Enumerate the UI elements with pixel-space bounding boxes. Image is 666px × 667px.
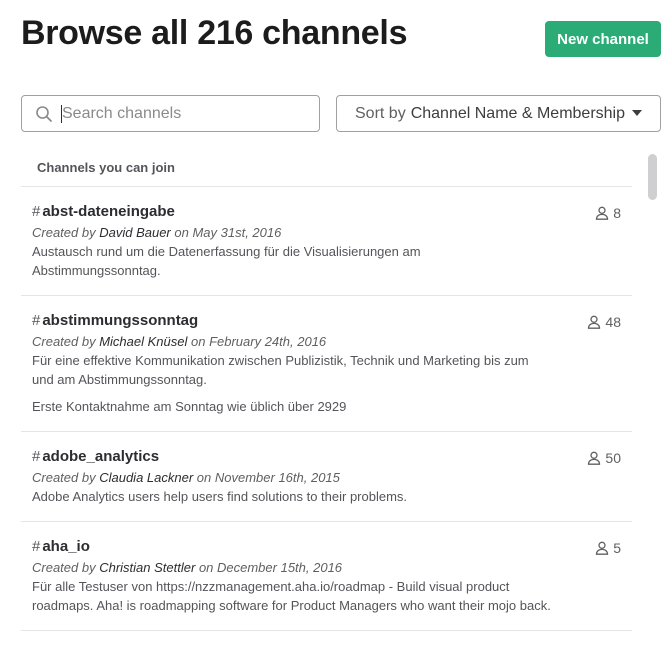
created-prefix: Created by <box>32 225 96 240</box>
created-date: on May 31st, 2016 <box>174 225 282 240</box>
channel-name-text: aha_io <box>42 538 90 555</box>
channel-description: Für eine effektive Kommunikation zwische… <box>32 353 529 387</box>
created-prefix: Created by <box>32 560 96 575</box>
chevron-down-icon <box>632 110 642 116</box>
hash-symbol: # <box>32 312 41 329</box>
created-date: on December 15th, 2016 <box>198 560 343 575</box>
member-count-value: 5 <box>613 540 621 556</box>
channel-author[interactable]: Christian Stettler <box>99 560 195 575</box>
member-count: 50 <box>587 450 621 466</box>
channel-name[interactable]: # abst-dateneingabe <box>32 203 552 221</box>
sort-value: Channel Name & Membership <box>410 104 626 122</box>
section-header: Channels you can join <box>21 150 632 187</box>
channel-row[interactable]: # abstimmungssonntag Created by Michael K… <box>21 296 632 432</box>
page-title: Browse all 216 channels <box>21 14 408 52</box>
created-prefix: Created by <box>32 470 96 485</box>
new-channel-button[interactable]: New channel <box>545 21 661 57</box>
channel-row[interactable]: # aha_io Created by Christian Stettler on… <box>21 522 632 631</box>
channel-name-text: abstimmungssonntag <box>42 312 199 329</box>
person-icon <box>595 206 609 220</box>
channel-name[interactable]: # aha_io <box>32 538 552 556</box>
channel-name[interactable]: # adobe_analytics <box>32 448 552 466</box>
hash-symbol: # <box>32 203 41 220</box>
scrollbar-thumb[interactable] <box>648 154 657 200</box>
channel-name[interactable]: # abstimmungssonntag <box>32 312 552 330</box>
channel-list[interactable]: Channels you can join # abst-dateneingabe… <box>21 150 632 667</box>
person-icon <box>587 451 601 465</box>
person-icon <box>587 315 601 329</box>
member-count: 8 <box>595 205 621 221</box>
channel-description: Für alle Testuser von https://nzzmanagem… <box>32 579 551 613</box>
hash-symbol: # <box>32 538 41 555</box>
hash-symbol: # <box>32 448 41 465</box>
search-input[interactable] <box>62 104 302 123</box>
channel-row[interactable]: # abst-dateneingabe Created by David Baue… <box>21 187 632 296</box>
created-date: on November 16th, 2015 <box>196 470 340 485</box>
channel-row[interactable]: # adobe_analytics Created by Claudia Lack… <box>21 432 632 522</box>
channel-meta: Created by Christian Stettler on Decembe… <box>32 558 552 577</box>
channel-name-text: abst-dateneingabe <box>42 203 175 220</box>
channel-name-text: adobe_analytics <box>42 448 160 465</box>
channel-author[interactable]: Michael Knüsel <box>99 334 187 349</box>
created-prefix: Created by <box>32 334 96 349</box>
member-count: 48 <box>587 314 621 330</box>
member-count-value: 50 <box>605 450 621 466</box>
channel-description-extra: Erste Kontaktnahme am Sonntag wie üblich… <box>32 399 347 414</box>
sort-prefix: Sort by <box>355 104 406 122</box>
member-count: 5 <box>595 540 621 556</box>
created-date: on February 24th, 2016 <box>191 334 327 349</box>
channel-meta: Created by David Bauer on May 31st, 2016 <box>32 223 552 242</box>
member-count-value: 48 <box>605 314 621 330</box>
search-icon <box>35 105 53 123</box>
channel-author[interactable]: David Bauer <box>99 225 171 240</box>
channel-description: Adobe Analytics users help users find so… <box>32 489 408 504</box>
channel-author[interactable]: Claudia Lackner <box>99 470 193 485</box>
person-icon <box>595 541 609 555</box>
channel-meta: Created by Michael Knüsel on February 24… <box>32 332 552 351</box>
member-count-value: 8 <box>613 205 621 221</box>
search-box[interactable] <box>21 95 320 132</box>
channel-description: Austausch rund um die Datenerfassung für… <box>32 244 421 278</box>
sort-dropdown[interactable]: Sort by Channel Name & Membership <box>336 95 661 132</box>
channel-meta: Created by Claudia Lackner on November 1… <box>32 468 552 487</box>
